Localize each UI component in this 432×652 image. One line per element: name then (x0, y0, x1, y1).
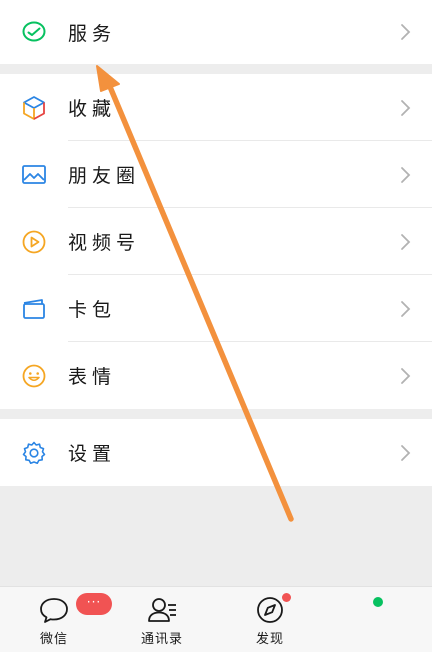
chevron-right-icon (401, 367, 411, 384)
menu-item-label: 表情 (68, 366, 117, 388)
image-icon (20, 161, 48, 189)
menu-item-label: 服务 (68, 22, 117, 45)
tab-discover[interactable]: 发现 (230, 587, 310, 652)
menu-item-label: 卡包 (68, 299, 117, 321)
smiley-icon (20, 362, 48, 390)
tab-chats[interactable]: ··· 微信 (14, 587, 112, 652)
bottom-tab-bar: ··· 微信 通讯录 发现 (0, 586, 432, 652)
cube-icon (20, 94, 48, 122)
chevron-right-icon (401, 166, 411, 183)
features-group: 收藏 朋友圈 视频号 卡包 表情 (0, 74, 432, 409)
chat-bubble-icon (40, 598, 68, 623)
menu-item-stickers[interactable]: 表情 (0, 342, 432, 409)
section-gap (0, 64, 432, 74)
chevron-right-icon (401, 300, 411, 317)
menu-item-favorites[interactable]: 收藏 (0, 74, 432, 141)
menu-item-cards[interactable]: 卡包 (0, 275, 432, 342)
unread-badge: ··· (76, 593, 112, 615)
chevron-right-icon (401, 233, 411, 250)
card-wallet-icon (20, 295, 48, 323)
chevron-right-icon (401, 99, 411, 116)
tab-me[interactable] (338, 587, 418, 652)
section-gap (0, 409, 432, 419)
menu-item-label: 收藏 (68, 98, 117, 120)
menu-item-settings[interactable]: 设置 (0, 419, 432, 486)
menu-item-label: 视频号 (68, 232, 141, 254)
chevron-right-icon (401, 444, 411, 461)
tab-label: 通讯录 (140, 632, 183, 647)
tab-label: 微信 (39, 632, 68, 647)
compass-icon (257, 597, 283, 623)
menu-item-moments[interactable]: 朋友圈 (0, 141, 432, 208)
menu-item-service[interactable]: 服务 (0, 0, 432, 64)
menu-item-channels[interactable]: 视频号 (0, 208, 432, 275)
notification-dot (282, 593, 291, 602)
menu-item-label: 设置 (68, 443, 117, 465)
contacts-icon (148, 598, 176, 622)
play-circle-icon (20, 228, 48, 256)
wallet-check-icon (20, 18, 48, 46)
tab-contacts[interactable]: 通讯录 (122, 587, 202, 652)
tab-label: 发现 (255, 632, 284, 647)
me-icon (373, 597, 383, 607)
menu-item-label: 朋友圈 (68, 165, 141, 187)
service-group: 服务 (0, 0, 432, 64)
gear-icon (20, 439, 48, 467)
chevron-right-icon (401, 24, 411, 40)
settings-group: 设置 (0, 419, 432, 486)
